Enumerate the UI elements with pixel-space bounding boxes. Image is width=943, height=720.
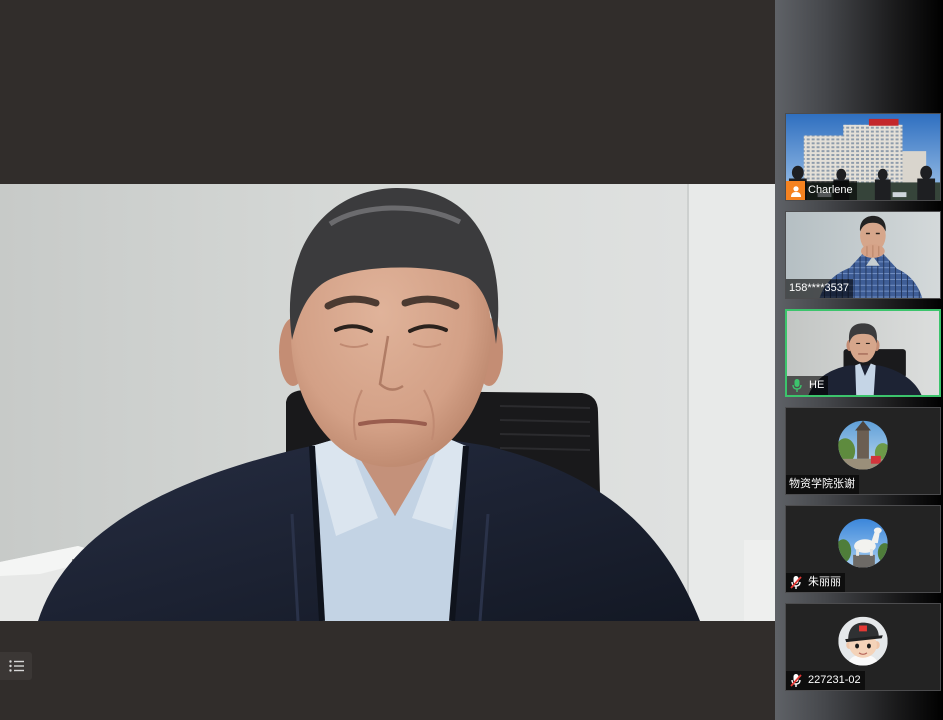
- participant-label: 物资学院张谢: [786, 475, 859, 494]
- list-icon: [8, 660, 24, 672]
- participant-tile-he[interactable]: HE: [785, 309, 941, 397]
- participant-list-button[interactable]: [0, 652, 32, 680]
- main-stage: [0, 0, 775, 720]
- participant-name: 物资学院张谢: [789, 478, 855, 490]
- participant-name: Charlene: [808, 184, 853, 196]
- participant-label: 227231-02: [786, 671, 865, 690]
- participant-name: 158****3537: [789, 282, 849, 294]
- user-avatar-icon: [786, 180, 805, 200]
- participant-tile-158-3537[interactable]: 158****3537: [785, 211, 941, 299]
- mic-muted-icon[interactable]: [786, 671, 805, 690]
- participant-name: 227231-02: [808, 674, 861, 686]
- participant-tile-4[interactable]: 物资学院张谢: [785, 407, 941, 495]
- participant-sidebar[interactable]: Charlene 158****3537 HE 物资学院张谢 朱丽丽 22723…: [775, 0, 943, 720]
- participant-name: HE: [809, 379, 825, 391]
- participant-label: 158****3537: [786, 279, 853, 298]
- participant-label: Charlene: [786, 180, 857, 200]
- participant-tile-227231-02[interactable]: 227231-02: [785, 603, 941, 691]
- mic-muted-icon[interactable]: [786, 573, 805, 592]
- participant-name: 朱丽丽: [808, 576, 841, 588]
- participant-label: 朱丽丽: [786, 573, 845, 592]
- participant-label: HE: [787, 376, 829, 395]
- mic-on-icon[interactable]: [787, 376, 806, 395]
- main-video-feed[interactable]: [0, 184, 775, 621]
- participant-tile-charlene[interactable]: Charlene: [785, 113, 941, 201]
- participant-tile-5[interactable]: 朱丽丽: [785, 505, 941, 593]
